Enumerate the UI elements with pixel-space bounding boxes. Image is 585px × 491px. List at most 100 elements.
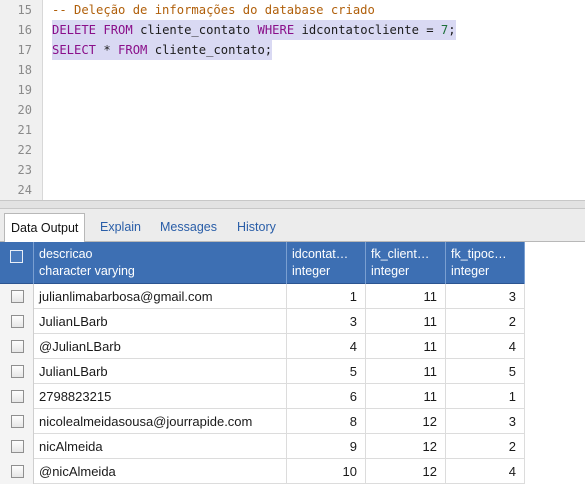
tab-explain[interactable]: Explain — [94, 213, 147, 242]
row-checkbox[interactable] — [11, 340, 24, 353]
row-checkbox[interactable] — [11, 290, 24, 303]
table-row[interactable]: 2798823215 6 11 1 — [0, 384, 525, 409]
code-text: -- Deleção de informações do database cr… — [52, 0, 375, 20]
code-token: cliente_contato — [132, 23, 258, 37]
code-line[interactable]: 15 -- Deleção de informações do database … — [0, 0, 585, 20]
cell-fk-cliente[interactable]: 12 — [366, 459, 446, 484]
cell-fk-cliente[interactable]: 12 — [366, 434, 446, 459]
table-row[interactable]: JulianLBarb 3 11 2 — [0, 309, 525, 334]
cell-fk-cliente[interactable]: 11 — [366, 334, 446, 359]
cell-fk-tipocontato[interactable]: 3 — [446, 409, 525, 434]
cell-fk-tipocontato[interactable]: 2 — [446, 434, 525, 459]
code-token: -- Deleção de informações do database cr… — [52, 3, 375, 17]
cell-idcontato[interactable]: 10 — [287, 459, 366, 484]
code-line[interactable]: 17 SELECT * FROM cliente_contato; — [0, 40, 585, 60]
column-type: integer — [292, 264, 331, 278]
tab-history[interactable]: History — [231, 213, 282, 242]
row-checkbox[interactable] — [11, 315, 24, 328]
tab-data-output[interactable]: Data Output — [4, 213, 86, 243]
cell-idcontato[interactable]: 1 — [287, 284, 366, 309]
table-row[interactable]: nicAlmeida 9 12 2 — [0, 434, 525, 459]
column-name: idcontat… — [292, 247, 349, 261]
table-row[interactable]: JulianLBarb 5 11 5 — [0, 359, 525, 384]
cell-fk-tipocontato[interactable]: 2 — [446, 309, 525, 334]
column-header-fk-cliente[interactable]: fk_client… integer — [366, 242, 446, 284]
code-line[interactable]: 21 — [0, 120, 585, 140]
code-token: idcontatocliente = — [294, 23, 441, 37]
code-line[interactable]: 19 — [0, 80, 585, 100]
row-checkbox[interactable] — [11, 390, 24, 403]
cell-descricao[interactable]: nicolealmeidasousa@jourrapide.com — [34, 409, 287, 434]
cell-idcontato[interactable]: 3 — [287, 309, 366, 334]
code-token: DELETE — [52, 23, 97, 37]
row-select-cell — [0, 284, 34, 309]
cell-fk-cliente[interactable]: 12 — [366, 409, 446, 434]
line-number: 17 — [17, 43, 32, 57]
cell-idcontato[interactable]: 6 — [287, 384, 366, 409]
row-select-cell — [0, 384, 34, 409]
column-header-fk-tipocontato[interactable]: fk_tipoc… integer — [446, 242, 525, 284]
line-number: 18 — [17, 63, 32, 77]
cell-descricao[interactable]: JulianLBarb — [34, 309, 287, 334]
cell-idcontato[interactable]: 4 — [287, 334, 366, 359]
row-select-cell — [0, 309, 34, 334]
select-all-checkbox[interactable] — [10, 250, 23, 263]
row-checkbox[interactable] — [11, 415, 24, 428]
code-line[interactable]: 16 DELETE FROM cliente_contato WHERE idco… — [0, 20, 585, 40]
cell-fk-tipocontato[interactable]: 5 — [446, 359, 525, 384]
cell-fk-cliente[interactable]: 11 — [366, 359, 446, 384]
table-row[interactable]: @nicAlmeida 10 12 4 — [0, 459, 525, 484]
code-line[interactable]: 24 — [0, 180, 585, 200]
row-checkbox[interactable] — [11, 465, 24, 478]
column-name: fk_client… — [371, 247, 430, 261]
cell-idcontato[interactable]: 5 — [287, 359, 366, 384]
code-token: SELECT — [52, 43, 97, 57]
line-number: 22 — [17, 143, 32, 157]
code-token: FROM — [103, 23, 133, 37]
cell-descricao[interactable]: julianlimabarbosa@gmail.com — [34, 284, 287, 309]
grid-header: descricao character varying idcontat… in… — [0, 242, 525, 284]
row-select-cell — [0, 334, 34, 359]
cell-descricao[interactable]: nicAlmeida — [34, 434, 287, 459]
table-row[interactable]: nicolealmeidasousa@jourrapide.com 8 12 3 — [0, 409, 525, 434]
code-token: WHERE — [257, 23, 295, 37]
column-name: descricao — [39, 247, 93, 261]
row-checkbox[interactable] — [11, 440, 24, 453]
cell-fk-cliente[interactable]: 11 — [366, 309, 446, 334]
column-header-idcontato[interactable]: idcontat… integer — [287, 242, 366, 284]
line-number: 23 — [17, 163, 32, 177]
line-number: 21 — [17, 123, 32, 137]
sql-editor[interactable]: 15 -- Deleção de informações do database … — [0, 0, 585, 200]
row-checkbox[interactable] — [11, 365, 24, 378]
code-token: FROM — [118, 43, 148, 57]
tab-messages[interactable]: Messages — [154, 213, 223, 242]
cell-fk-cliente[interactable]: 11 — [366, 284, 446, 309]
row-select-cell — [0, 434, 34, 459]
cell-fk-tipocontato[interactable]: 4 — [446, 459, 525, 484]
column-type: character varying — [39, 264, 135, 278]
column-header-descricao[interactable]: descricao character varying — [34, 242, 287, 284]
cell-fk-tipocontato[interactable]: 1 — [446, 384, 525, 409]
code-line[interactable]: 20 — [0, 100, 585, 120]
cell-descricao[interactable]: JulianLBarb — [34, 359, 287, 384]
cell-idcontato[interactable]: 9 — [287, 434, 366, 459]
cell-descricao[interactable]: @JulianLBarb — [34, 334, 287, 359]
cell-idcontato[interactable]: 8 — [287, 409, 366, 434]
cell-fk-tipocontato[interactable]: 3 — [446, 284, 525, 309]
line-number: 24 — [17, 183, 32, 197]
code-line[interactable]: 18 — [0, 60, 585, 80]
output-tabbar: Data Output Explain Messages History — [0, 209, 585, 243]
cell-fk-cliente[interactable]: 11 — [366, 384, 446, 409]
cell-fk-tipocontato[interactable]: 4 — [446, 334, 525, 359]
cell-descricao[interactable]: @nicAlmeida — [34, 459, 287, 484]
column-name: fk_tipoc… — [451, 247, 507, 261]
pane-splitter[interactable] — [0, 200, 585, 209]
line-number: 15 — [17, 3, 32, 17]
code-token: * — [96, 43, 119, 57]
cell-descricao[interactable]: 2798823215 — [34, 384, 287, 409]
code-line[interactable]: 23 — [0, 160, 585, 180]
line-number: 20 — [17, 103, 32, 117]
code-line[interactable]: 22 — [0, 140, 585, 160]
table-row[interactable]: julianlimabarbosa@gmail.com 1 11 3 — [0, 284, 525, 309]
table-row[interactable]: @JulianLBarb 4 11 4 — [0, 334, 525, 359]
